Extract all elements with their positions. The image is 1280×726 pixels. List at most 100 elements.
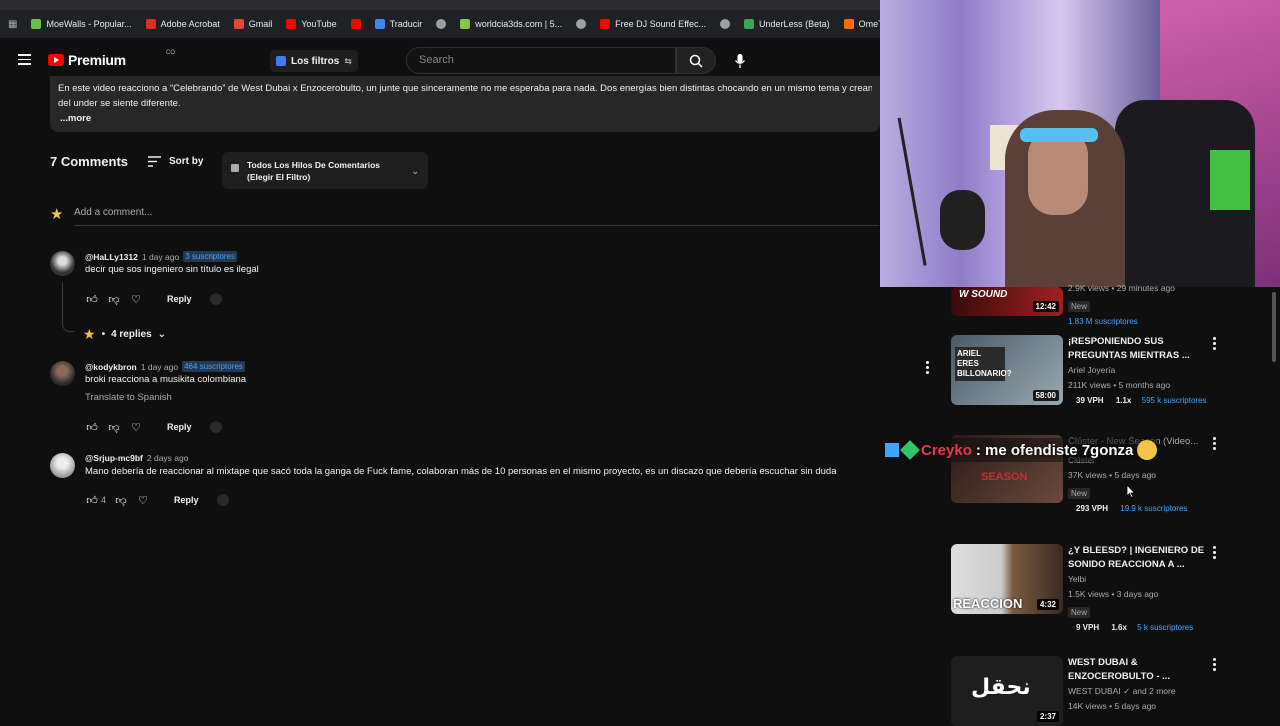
extension-dot-icon[interactable] (216, 494, 229, 506)
replies-count: 4 replies (111, 329, 152, 340)
video-stats: 211K views • 5 months ago (1068, 380, 1171, 390)
threads-filter-label: Todos Los Hilos De Comentarios (Elegir E… (247, 160, 381, 182)
subscriber-count: 5 k suscriptores (1137, 623, 1194, 632)
apps-icon[interactable]: ▦ (8, 19, 17, 30)
subscriber-badge: 464 suscriptores (182, 361, 245, 372)
bookmark-ometv[interactable]: OmeTV Video Chat... (843, 19, 880, 29)
comment-author[interactable]: @Srjup-mc9bf (85, 453, 143, 463)
chat-username: Creyko (921, 441, 972, 459)
more-options-icon[interactable] (1213, 658, 1216, 673)
translate-button[interactable]: Translate to Spanish (85, 392, 172, 403)
comment-author[interactable]: @kodykbron (85, 362, 137, 372)
extension-dot-icon[interactable] (209, 421, 222, 433)
webcam-overlay (880, 0, 1280, 287)
comments-header: 7 Comments (50, 154, 128, 169)
comment-time[interactable]: 2 days ago (147, 453, 189, 463)
like-icon[interactable]: 👍︎ (85, 493, 99, 507)
reply-button[interactable]: Reply (167, 422, 192, 432)
sidebar-scrollbar[interactable] (1272, 292, 1276, 362)
dislike-icon[interactable]: 👎︎ (107, 292, 121, 306)
video-stats: 37K views • 5 days ago (1068, 470, 1157, 480)
thumbnail-text: SEASON (981, 471, 1028, 483)
bookmark-worldcia[interactable]: worldcia3ds.com | 5... (460, 19, 562, 29)
search-button[interactable] (676, 47, 716, 74)
thumbnail-text: نحقل (971, 674, 1031, 699)
dislike-icon[interactable]: 👎︎ (114, 493, 128, 507)
filters-button[interactable]: Los filtros ⇆ (270, 50, 358, 72)
bookmark-underless[interactable]: UnderLess (Beta) (744, 19, 830, 29)
video-thumbnail[interactable]: REACCION 4:32 (951, 544, 1063, 614)
video-thumbnail[interactable]: W SOUND 12:42 (951, 287, 1063, 316)
channel-name[interactable]: Yelbi (1068, 572, 1218, 587)
vph-value: 39 VPH (1076, 396, 1104, 405)
video-thumbnail[interactable]: نحقل 2:37 (951, 656, 1063, 726)
comment-time[interactable]: 1 day ago (141, 362, 178, 372)
search-input[interactable]: Search (406, 47, 676, 74)
bookmark-favicon (460, 19, 471, 29)
youtube-premium-logo[interactable]: Premium CO (48, 50, 175, 68)
like-icon[interactable]: 👍︎ (85, 292, 99, 306)
bookmark-globe[interactable] (436, 19, 447, 29)
bookmark-gmail[interactable]: Gmail (233, 19, 272, 29)
sort-by-button[interactable]: Sort by (148, 156, 203, 167)
voice-search-button[interactable] (726, 47, 754, 74)
dislike-icon[interactable]: 👎︎ (107, 420, 121, 434)
comment-author[interactable]: @HaLLy1312 (85, 252, 138, 262)
video-description[interactable]: En este video reacciono a “Celebrando” d… (50, 76, 880, 132)
vph-value: 293 VPH (1076, 504, 1109, 513)
description-more-button[interactable]: ...more (60, 111, 872, 126)
bookmark-moewalls[interactable]: MoeWalls - Popular... (31, 19, 132, 29)
replies-toggle[interactable]: ★ • 4 replies ⌄ (83, 326, 166, 343)
menu-icon[interactable] (18, 54, 31, 68)
avatar[interactable] (50, 251, 75, 276)
avatar[interactable] (50, 453, 75, 478)
reply-button[interactable]: Reply (174, 495, 199, 505)
subscriber-count: 19.9 k suscriptores (1120, 504, 1188, 513)
reply-button[interactable]: Reply (167, 294, 192, 304)
search-icon (689, 54, 703, 68)
bookmark-favicon (744, 19, 755, 29)
microphone-filter (940, 190, 985, 250)
video-title[interactable]: ¿Y BLEESD? | INGENIERO DE SONIDO REACCIO… (1068, 544, 1218, 572)
video-info: ¡RESPONIENDO SUS PREGUNTAS MIENTRAS ... … (1068, 335, 1218, 405)
bookmark-youtube-2[interactable] (350, 19, 361, 29)
video-title[interactable]: ¡RESPONIENDO SUS PREGUNTAS MIENTRAS ... (1068, 335, 1218, 363)
avatar[interactable] (50, 361, 75, 386)
like-icon[interactable]: 👍︎ (85, 420, 99, 434)
heart-icon[interactable]: ♡ (129, 420, 143, 434)
extension-dot-icon[interactable] (209, 293, 222, 305)
comment-actions: 👍︎ 4 👎︎ ♡ Reply (85, 493, 229, 507)
globe-icon (720, 19, 731, 29)
video-stats: 2.9K views • 29 minutes ago (1068, 283, 1175, 293)
bookmark-youtube[interactable]: YouTube (286, 19, 337, 29)
more-options-icon[interactable] (1213, 437, 1216, 452)
filters-label: Los filtros (291, 55, 340, 67)
heart-icon[interactable]: ♡ (129, 292, 143, 306)
subscriber-badge: 3 suscriptores (183, 251, 237, 262)
heart-icon[interactable]: ♡ (136, 493, 150, 507)
video-extension-stats: 293 VPH 19.9 k suscriptores (1068, 504, 1218, 513)
more-options-icon[interactable] (1213, 546, 1216, 561)
comment-time[interactable]: 1 day ago (142, 252, 179, 262)
sort-icon (148, 156, 161, 167)
thumbnail-text: ARIEL ERES BILLONARIO? (955, 347, 1012, 381)
chevron-down-icon: ⌄ (157, 329, 167, 340)
description-line-2: del under se siente diferente. (58, 98, 181, 109)
bookmark-free-dj[interactable]: Free DJ Sound Effec... (600, 19, 706, 29)
thumbnail-text: REACCION (953, 596, 1023, 611)
video-thumbnail[interactable]: ARIEL ERES BILLONARIO? 58:00 (951, 335, 1063, 405)
video-title[interactable]: WEST DUBAI & ENZOCEROBULTO - ... (1068, 656, 1218, 684)
bookmark-globe-3[interactable] (720, 19, 731, 29)
channel-name[interactable]: WEST DUBAI ✓ and 2 more (1068, 684, 1218, 699)
add-comment-input[interactable]: Add a comment... (74, 207, 152, 218)
video-extension-stats: 9 VPH 1.6x 5 k suscriptores (1068, 623, 1218, 632)
bookmark-acrobat[interactable]: Adobe Acrobat (145, 19, 220, 29)
bookmark-globe-2[interactable] (576, 19, 587, 29)
logo-country: CO (166, 50, 175, 56)
bookmark-traducir[interactable]: Traducir (374, 19, 422, 29)
more-options-icon[interactable] (926, 361, 929, 376)
twitch-badge-icon (885, 443, 899, 457)
channel-name[interactable]: Ariel Joyería (1068, 363, 1218, 378)
more-options-icon[interactable] (1213, 337, 1216, 352)
comment-threads-filter[interactable]: Todos Los Hilos De Comentarios (Elegir E… (222, 152, 428, 189)
